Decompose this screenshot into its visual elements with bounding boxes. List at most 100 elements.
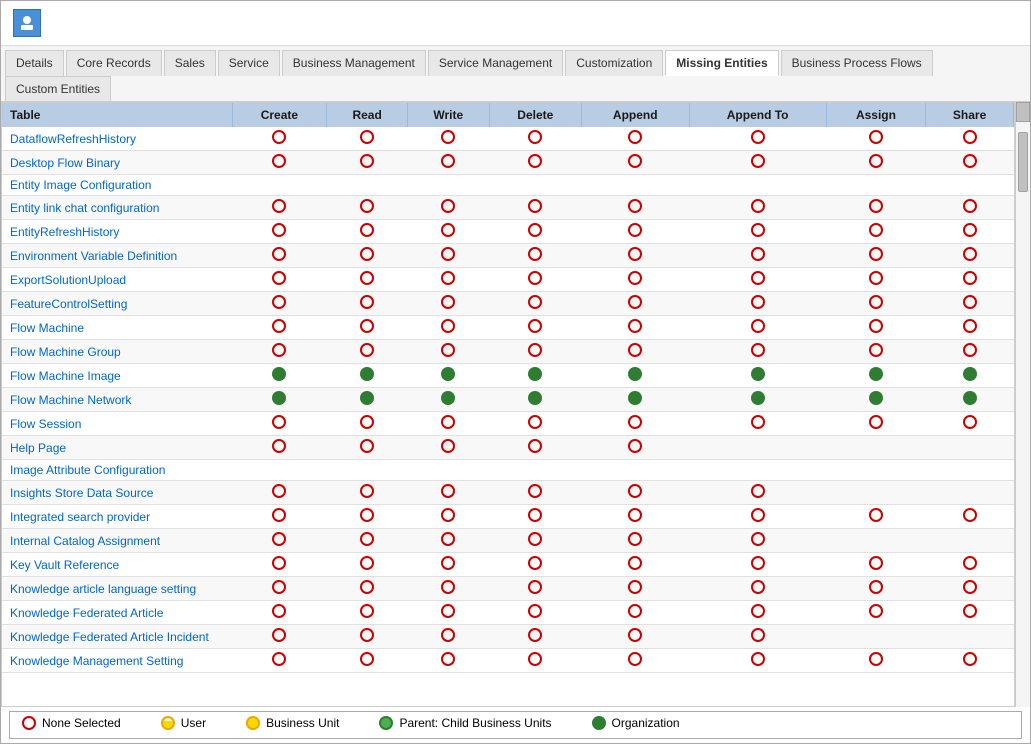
entity-name[interactable]: Entity Image Configuration: [2, 175, 232, 196]
permission-none[interactable]: [751, 154, 765, 168]
permission-none[interactable]: [628, 271, 642, 285]
permission-cell-share[interactable]: [926, 625, 1014, 649]
permission-cell-share[interactable]: [926, 505, 1014, 529]
permission-cell-delete[interactable]: [489, 220, 581, 244]
permission-none[interactable]: [628, 223, 642, 237]
permission-cell-appendTo[interactable]: [689, 601, 826, 625]
permission-cell-append[interactable]: [582, 151, 689, 175]
permission-none[interactable]: [963, 343, 977, 357]
permission-cell-read[interactable]: [327, 412, 408, 436]
permission-none[interactable]: [869, 223, 883, 237]
permission-none[interactable]: [360, 199, 374, 213]
permission-cell-delete[interactable]: [489, 175, 581, 196]
permission-cell-write[interactable]: [408, 649, 490, 673]
permission-none[interactable]: [360, 415, 374, 429]
permission-none[interactable]: [628, 343, 642, 357]
permission-none[interactable]: [963, 556, 977, 570]
permission-cell-assign[interactable]: [826, 196, 925, 220]
permission-none[interactable]: [360, 508, 374, 522]
permission-cell-appendTo[interactable]: [689, 436, 826, 460]
permission-none[interactable]: [751, 199, 765, 213]
permission-cell-appendTo[interactable]: [689, 529, 826, 553]
permission-none[interactable]: [272, 415, 286, 429]
permission-cell-delete[interactable]: [489, 292, 581, 316]
permission-none[interactable]: [628, 199, 642, 213]
permission-none[interactable]: [628, 652, 642, 666]
permission-cell-delete[interactable]: [489, 412, 581, 436]
permission-cell-read[interactable]: [327, 625, 408, 649]
permission-none[interactable]: [272, 580, 286, 594]
permission-none[interactable]: [272, 271, 286, 285]
permission-cell-create[interactable]: [232, 649, 327, 673]
permission-none[interactable]: [272, 652, 286, 666]
permission-none[interactable]: [272, 508, 286, 522]
permission-cell-appendTo[interactable]: [689, 649, 826, 673]
permission-cell-appendTo[interactable]: [689, 220, 826, 244]
permission-org[interactable]: [441, 367, 455, 381]
permission-none[interactable]: [360, 556, 374, 570]
permission-cell-append[interactable]: [582, 553, 689, 577]
permission-none[interactable]: [528, 271, 542, 285]
permission-none[interactable]: [272, 484, 286, 498]
permission-none[interactable]: [751, 223, 765, 237]
permission-none[interactable]: [528, 154, 542, 168]
permission-org[interactable]: [272, 391, 286, 405]
permission-cell-append[interactable]: [582, 436, 689, 460]
permission-none[interactable]: [272, 628, 286, 642]
permission-cell-delete[interactable]: [489, 601, 581, 625]
entity-name[interactable]: DataflowRefreshHistory: [2, 127, 232, 151]
permission-cell-create[interactable]: [232, 577, 327, 601]
table-container[interactable]: TableCreateReadWriteDeleteAppendAppend T…: [1, 102, 1015, 707]
permission-cell-create[interactable]: [232, 220, 327, 244]
permission-cell-write[interactable]: [408, 412, 490, 436]
permission-cell-create[interactable]: [232, 625, 327, 649]
permission-cell-read[interactable]: [327, 460, 408, 481]
permission-none[interactable]: [272, 130, 286, 144]
permission-cell-delete[interactable]: [489, 505, 581, 529]
permission-cell-appendTo[interactable]: [689, 364, 826, 388]
permission-none[interactable]: [751, 130, 765, 144]
permission-cell-create[interactable]: [232, 388, 327, 412]
permission-cell-append[interactable]: [582, 481, 689, 505]
permission-none[interactable]: [751, 295, 765, 309]
permission-cell-write[interactable]: [408, 388, 490, 412]
permission-none[interactable]: [441, 130, 455, 144]
permission-cell-share[interactable]: [926, 340, 1014, 364]
permission-none[interactable]: [751, 343, 765, 357]
permission-cell-delete[interactable]: [489, 625, 581, 649]
entity-name[interactable]: FeatureControlSetting: [2, 292, 232, 316]
permission-cell-assign[interactable]: [826, 364, 925, 388]
permission-none[interactable]: [528, 556, 542, 570]
permission-none[interactable]: [963, 580, 977, 594]
permission-none[interactable]: [963, 247, 977, 261]
permission-none[interactable]: [441, 484, 455, 498]
permission-none[interactable]: [441, 580, 455, 594]
permission-none[interactable]: [272, 319, 286, 333]
permission-cell-append[interactable]: [582, 340, 689, 364]
permission-cell-share[interactable]: [926, 460, 1014, 481]
entity-name[interactable]: Knowledge Federated Article Incident: [2, 625, 232, 649]
permission-cell-share[interactable]: [926, 364, 1014, 388]
permission-org[interactable]: [869, 367, 883, 381]
permission-cell-assign[interactable]: [826, 577, 925, 601]
tab-custom-entities[interactable]: Custom Entities: [5, 76, 111, 101]
permission-cell-read[interactable]: [327, 436, 408, 460]
permission-none[interactable]: [360, 223, 374, 237]
permission-none[interactable]: [628, 247, 642, 261]
permission-none[interactable]: [751, 532, 765, 546]
permission-none[interactable]: [360, 295, 374, 309]
permission-cell-delete[interactable]: [489, 649, 581, 673]
permission-cell-share[interactable]: [926, 151, 1014, 175]
permission-cell-write[interactable]: [408, 529, 490, 553]
permission-none[interactable]: [869, 343, 883, 357]
permission-cell-delete[interactable]: [489, 196, 581, 220]
permission-none[interactable]: [441, 223, 455, 237]
permission-none[interactable]: [869, 130, 883, 144]
permission-cell-append[interactable]: [582, 529, 689, 553]
permission-none[interactable]: [441, 628, 455, 642]
permission-cell-read[interactable]: [327, 292, 408, 316]
permission-cell-share[interactable]: [926, 481, 1014, 505]
permission-none[interactable]: [963, 199, 977, 213]
tab-details[interactable]: Details: [5, 50, 64, 76]
permission-cell-append[interactable]: [582, 175, 689, 196]
